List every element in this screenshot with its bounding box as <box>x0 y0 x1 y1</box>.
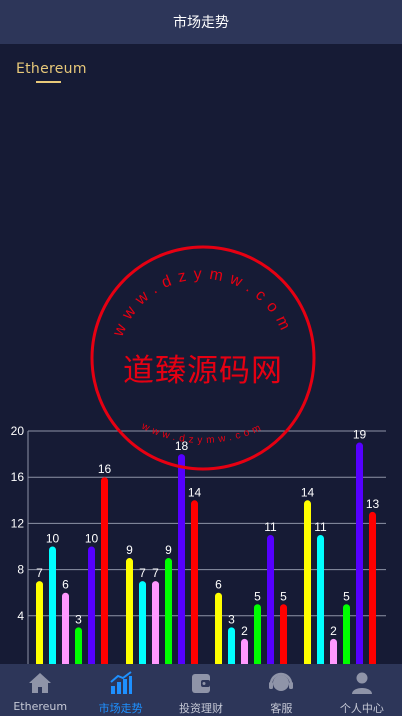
bar-value-label: 5 <box>280 589 287 603</box>
bar <box>191 500 198 664</box>
bar <box>178 454 185 664</box>
bar-value-label: 7 <box>139 566 146 580</box>
nav-label-service: 客服 <box>270 702 293 715</box>
bar-value-label: 11 <box>264 520 277 534</box>
bar-value-label: 10 <box>46 532 60 546</box>
bar-value-label: 9 <box>126 543 133 557</box>
bar <box>88 546 95 664</box>
bar <box>62 592 69 664</box>
bar-value-label: 6 <box>62 578 69 592</box>
bar-value-label: 5 <box>343 589 350 603</box>
svg-text:www.dzymw.com: www.dzymw.com <box>109 266 296 340</box>
bar <box>152 581 159 664</box>
bar <box>304 500 311 664</box>
bar-value-label: 14 <box>301 485 315 499</box>
bar <box>280 604 287 664</box>
wallet-icon <box>192 674 211 693</box>
bar-value-label: 19 <box>353 428 367 442</box>
bar <box>267 534 274 664</box>
bar <box>228 627 235 664</box>
bar-value-label: 6 <box>215 578 222 592</box>
nav-label-ethereum: Ethereum <box>13 700 68 713</box>
bar <box>75 627 82 664</box>
bar-value-label: 7 <box>152 566 159 580</box>
bar-value-label: 10 <box>85 532 99 546</box>
nav-item-market[interactable]: 市场走势 <box>80 664 160 716</box>
bar <box>49 546 56 664</box>
bar-value-label: 11 <box>314 520 327 534</box>
tab-active-indicator <box>36 81 61 83</box>
svg-text:道臻源码网: 道臻源码网 <box>123 353 283 389</box>
bar-value-label: 9 <box>165 543 172 557</box>
nav-item-service[interactable]: 客服 <box>241 664 321 716</box>
bar <box>139 581 146 664</box>
y-tick-label: 8 <box>17 563 24 577</box>
bar <box>369 511 376 664</box>
nav-label-market: 市场走势 <box>98 702 143 715</box>
page-header: 市场走势 <box>0 0 402 44</box>
bottom-nav: Ethereum 市场走势 投资理财 客服 个人中心 <box>0 664 402 716</box>
svg-text:www.dzymw.com: www.dzymw.com <box>139 420 266 446</box>
bar <box>215 592 222 664</box>
watermark-seal: www.dzymw.com www.dzymw.com 道臻源码网 <box>88 244 318 472</box>
bar-value-label: 2 <box>241 624 248 638</box>
bar-chart-icon <box>109 671 132 694</box>
bar-value-label: 14 <box>188 485 202 499</box>
bar-value-label: 3 <box>75 612 82 626</box>
nav-item-invest[interactable]: 投资理财 <box>161 664 241 716</box>
home-icon <box>29 673 52 693</box>
nav-item-profile[interactable]: 个人中心 <box>322 664 402 716</box>
nav-label-invest: 投资理财 <box>179 702 224 715</box>
bar <box>36 581 43 664</box>
bar <box>254 604 261 664</box>
bar <box>126 558 133 664</box>
user-icon <box>351 672 372 694</box>
bar-value-label: 5 <box>254 589 261 603</box>
bar-value-label: 7 <box>36 566 43 580</box>
bar <box>165 558 172 664</box>
bar <box>330 638 337 664</box>
bar-value-label: 2 <box>330 624 337 638</box>
bar <box>343 604 350 664</box>
y-tick-label: 4 <box>17 609 24 623</box>
y-tick-label: 20 <box>11 424 25 438</box>
headset-icon <box>269 672 294 691</box>
bar <box>241 638 248 664</box>
tab-label: Ethereum <box>16 61 87 77</box>
bar <box>317 534 324 664</box>
y-tick-label: 12 <box>11 516 25 530</box>
bar-value-label: 13 <box>366 497 380 511</box>
nav-label-profile: 个人中心 <box>339 702 384 715</box>
nav-item-ethereum[interactable]: Ethereum <box>0 664 80 716</box>
bar <box>101 477 108 664</box>
y-tick-label: 16 <box>11 470 25 484</box>
tab-ethereum[interactable]: Ethereum <box>16 58 87 88</box>
page-title: 市场走势 <box>173 15 229 31</box>
bar-value-label: 3 <box>228 612 235 626</box>
bar <box>356 442 363 664</box>
